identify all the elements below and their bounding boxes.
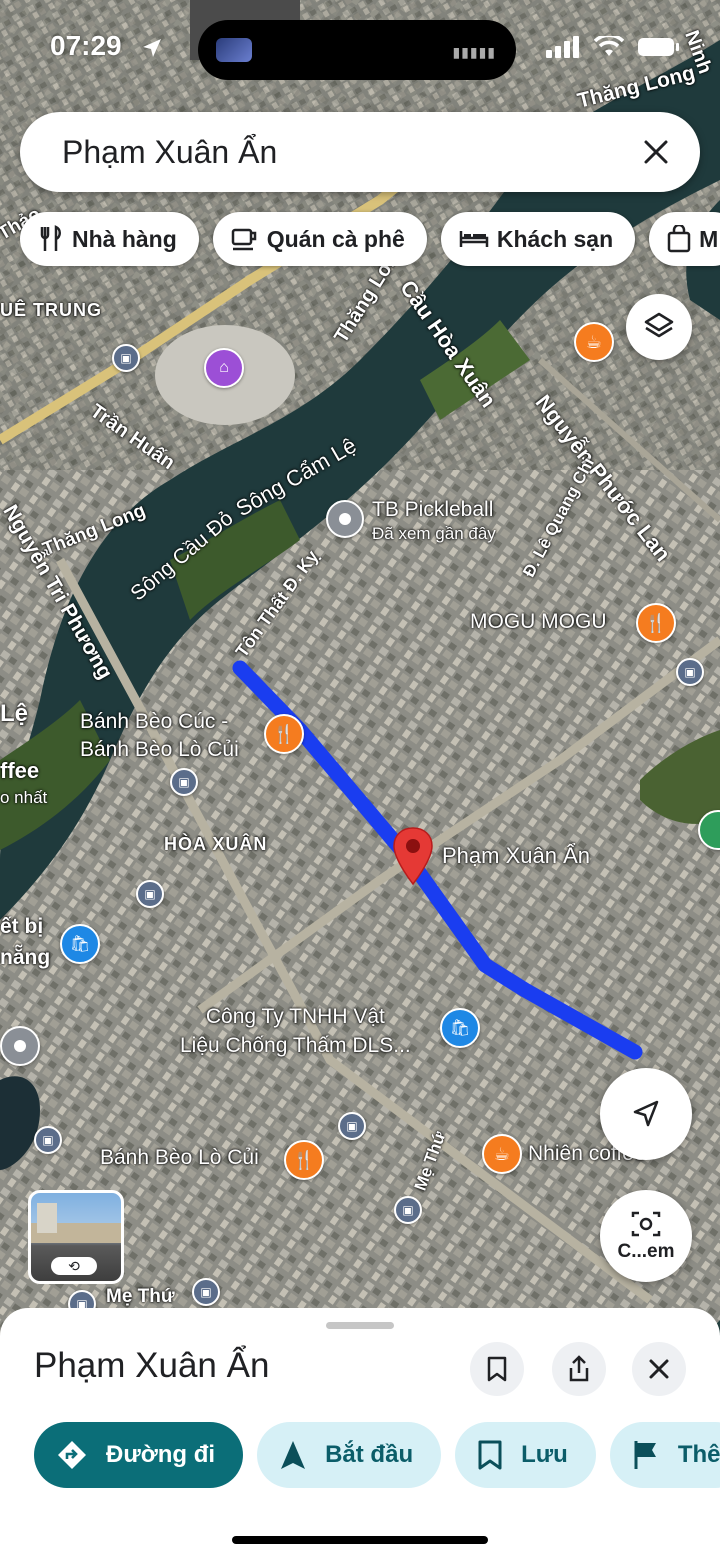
bus-stop-icon[interactable]: ▣ [136, 880, 164, 908]
road-label-me-thu: Mẹ Thứ [106, 1286, 175, 1307]
status-bar: 07:29 ▮▮▮▮▮ [0, 0, 720, 100]
bus-stop-icon[interactable]: ▣ [338, 1112, 366, 1140]
area-label-hoa-xuan: HÒA XUÂN [164, 834, 268, 854]
rotate-360-icon: ⟲ [51, 1257, 97, 1275]
wifi-icon [594, 36, 624, 56]
restaurant-pin-icon[interactable]: 🍴 [636, 603, 676, 643]
location-arrow-icon [143, 39, 161, 57]
coffee-cup-icon [231, 228, 257, 251]
place-banh-beo-lo-cui[interactable]: Bánh Bèo Lò Củi [100, 1146, 259, 1170]
recent-place-pin-icon[interactable] [326, 500, 364, 538]
chip-restaurants[interactable]: Nhà hàng [20, 212, 199, 266]
audio-wave-icon: ▮▮▮▮▮ [452, 44, 496, 60]
edge-label: nẵng [0, 946, 51, 969]
recent-place-pin-icon[interactable] [0, 1026, 40, 1066]
directions-label: Đường đi [106, 1441, 216, 1468]
shop-pin-icon[interactable]: 🛍 [60, 924, 100, 964]
bed-icon [459, 231, 489, 247]
close-sheet-button[interactable] [632, 1342, 686, 1396]
signal-icon [546, 36, 579, 58]
chip-label: M [699, 225, 719, 252]
dynamic-island[interactable]: ▮▮▮▮▮ [198, 20, 516, 80]
restaurant-pin-icon[interactable]: 🍴 [284, 1140, 324, 1180]
chip-shopping[interactable]: M [649, 212, 720, 266]
bus-stop-icon[interactable]: ▣ [170, 768, 198, 796]
my-location-button[interactable] [600, 1068, 692, 1160]
place-bottom-sheet[interactable]: Phạm Xuân Ẩn Đường đi Bắt đầu Lưu Thê [0, 1308, 720, 1560]
chip-label: Nhà hàng [72, 225, 177, 252]
start-button[interactable]: Bắt đầu [257, 1422, 442, 1488]
landmark-pin-icon[interactable]: ⌂ [204, 348, 244, 388]
share-button[interactable] [552, 1342, 606, 1396]
flag-icon [634, 1441, 656, 1469]
restaurant-pin-icon[interactable]: 🍴 [264, 714, 304, 754]
action-buttons: Đường đi Bắt đầu Lưu Thê [34, 1422, 720, 1488]
cafe-pin-icon[interactable]: ☕ [574, 322, 614, 362]
save-button[interactable]: Lưu [455, 1422, 596, 1488]
layers-button[interactable] [626, 294, 692, 360]
cafe-pin-icon[interactable]: ☕ [482, 1134, 522, 1174]
close-icon [644, 140, 668, 164]
chip-hotels[interactable]: Khách sạn [440, 212, 636, 266]
status-icons [546, 36, 680, 58]
start-label: Bắt đầu [325, 1441, 414, 1468]
category-chips: Nhà hàng Quán cà phê Khách sạn M [20, 212, 720, 268]
shop-pin-icon[interactable]: 🛍 [440, 1008, 480, 1048]
chip-label: Khách sạn [496, 225, 614, 252]
selected-location-pin-icon[interactable] [392, 826, 434, 886]
save-bookmark-button[interactable] [470, 1342, 524, 1396]
edge-label: ết bị [0, 915, 44, 938]
bus-stop-icon[interactable]: ▣ [34, 1126, 62, 1154]
shopping-bag-icon [667, 225, 691, 253]
directions-button[interactable]: Đường đi [34, 1422, 244, 1488]
selected-location-label: Phạm Xuân Ẩn [442, 843, 590, 868]
edge-label: o nhất [0, 788, 48, 807]
save-label: Lưu [521, 1441, 568, 1468]
street-view-thumbnail[interactable]: ⟲ [28, 1190, 124, 1284]
status-time: 07:29 [50, 30, 122, 61]
drag-handle[interactable] [326, 1322, 394, 1329]
edge-label: Lệ [0, 700, 29, 727]
place-title: Phạm Xuân Ẩn [34, 1346, 270, 1385]
close-icon [649, 1359, 669, 1379]
lens-camera-button[interactable]: C...em [600, 1190, 692, 1282]
add-label-button[interactable]: Thê [609, 1422, 720, 1488]
bus-stop-icon[interactable]: ▣ [676, 658, 704, 686]
navigation-arrow-icon [281, 1441, 306, 1469]
battery-icon [638, 38, 679, 56]
place-mogu-mogu[interactable]: MOGU MOGU [470, 610, 607, 634]
add-label-label: Thê [677, 1441, 720, 1468]
bus-stop-icon[interactable]: ▣ [112, 344, 140, 372]
clear-search-button[interactable] [634, 130, 678, 174]
bookmark-icon [487, 1356, 507, 1382]
share-icon [569, 1355, 589, 1382]
place-banh-beo-cuc[interactable]: Bánh Bèo Cúc - Bánh Bèo Lò Củi [80, 708, 239, 764]
chip-cafes[interactable]: Quán cà phê [212, 212, 427, 266]
search-bar[interactable]: Phạm Xuân Ẩn [20, 112, 700, 192]
media-thumbnail-icon [216, 38, 252, 62]
directions-icon [58, 1441, 86, 1469]
bus-stop-icon[interactable]: ▣ [192, 1278, 220, 1306]
search-input[interactable]: Phạm Xuân Ẩn [62, 134, 277, 171]
place-name: TB Pickleball [372, 498, 494, 521]
fork-knife-icon [40, 225, 61, 251]
area-label-hue-trung: UÊ TRUNG [0, 300, 102, 320]
place-subtitle: Đã xem gần đây [372, 524, 496, 543]
place-tb-pickleball[interactable]: TB Pickleball Đã xem gần đây [372, 498, 496, 544]
bookmark-icon [478, 1440, 502, 1470]
navigation-arrow-icon [633, 1100, 659, 1127]
edge-label: ffee [0, 758, 40, 783]
camera-icon [631, 1211, 661, 1237]
bus-stop-icon[interactable]: ▣ [394, 1196, 422, 1224]
camera-button-label: C...em [617, 1241, 675, 1262]
layers-icon [644, 312, 674, 338]
home-indicator[interactable] [232, 1536, 488, 1544]
place-cong-ty-dls[interactable]: Công Ty TNHH Vật Liệu Chống Thấm DLS... [180, 1002, 411, 1060]
chip-label: Quán cà phê [266, 225, 405, 252]
